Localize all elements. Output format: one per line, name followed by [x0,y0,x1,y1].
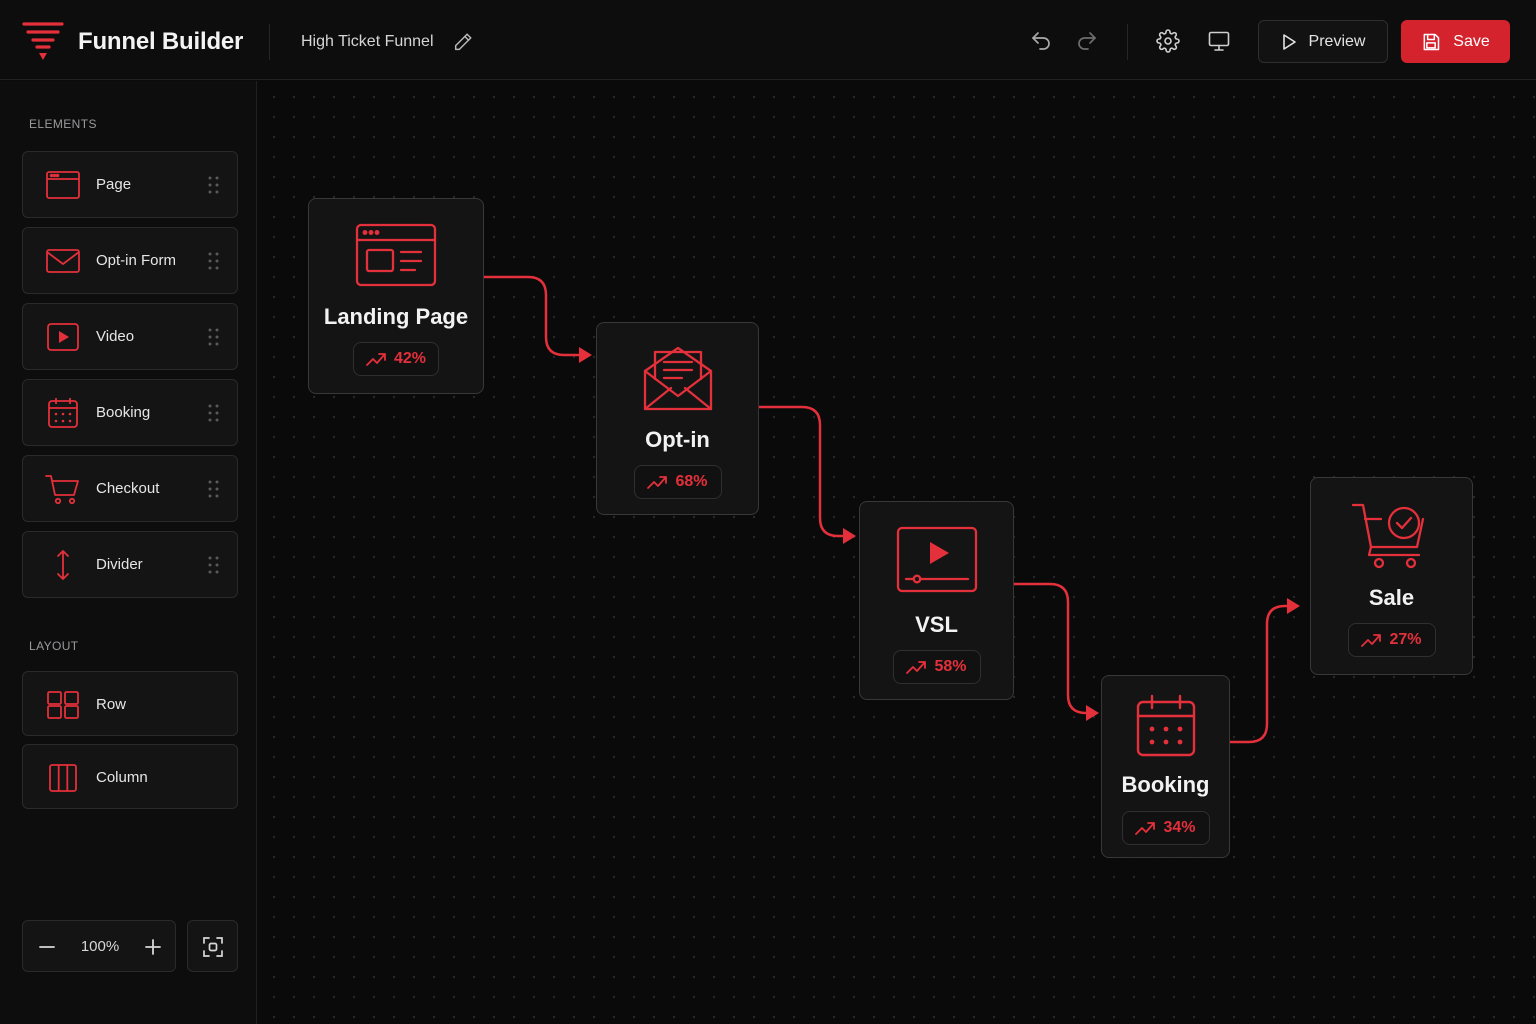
conversion-rate-badge: 27% [1347,623,1436,657]
elements-sidebar: ELEMENTS Page Opt-in Form Video Booking [0,81,257,1024]
video-play-icon [47,323,79,351]
node-booking[interactable]: Booking 34% [1101,675,1230,858]
connector-arrowhead [843,528,856,544]
cart-icon [45,475,79,505]
trending-up-icon [647,476,668,489]
element-opt-in-form[interactable]: Opt-in Form [22,227,238,294]
layout-label: Column [96,769,148,786]
node-title: Sale [1368,585,1415,610]
edit-pencil-icon[interactable] [452,31,474,53]
element-page[interactable]: Page [22,151,238,218]
cart-check-icon [1351,503,1424,569]
node-title: Landing Page [323,304,469,329]
funnel-logo-icon [22,22,64,60]
node-opt-in[interactable]: Opt-in 68% [596,322,759,515]
connector-booking-to-sale [1229,604,1288,744]
zoom-in-icon[interactable] [143,937,163,957]
preview-label: Preview [1308,32,1366,50]
fit-to-screen-button[interactable] [187,920,238,972]
drag-handle-icon[interactable] [207,479,221,499]
element-label: Checkout [96,480,160,497]
connector-arrowhead [1086,705,1099,721]
connector-optin-to-vsl [758,405,844,538]
app-title: Funnel Builder [78,28,244,55]
element-divider[interactable]: Divider [22,531,238,598]
play-outline-icon [1282,33,1296,50]
save-button[interactable]: Save [1401,20,1510,63]
save-label: Save [1453,32,1490,50]
conversion-rate-badge: 34% [1121,811,1210,845]
drag-handle-icon[interactable] [207,175,221,195]
element-booking[interactable]: Booking [22,379,238,446]
layout-column[interactable]: Column [22,744,238,809]
conversion-rate: 27% [1389,631,1422,648]
layout-label: Row [96,696,127,713]
element-video[interactable]: Video [22,303,238,370]
conversion-rate-badge: 42% [353,342,439,376]
node-title: Opt-in [645,427,710,452]
conversion-rate: 58% [934,658,967,675]
conversion-rate: 68% [675,473,708,490]
drag-handle-icon[interactable] [207,251,221,271]
element-label: Video [96,328,135,345]
drag-handle-icon[interactable] [207,327,221,347]
conversion-rate: 42% [393,350,426,367]
connector-landing-to-optin [484,275,580,357]
connector-arrowhead [579,347,592,363]
node-vsl[interactable]: VSL 58% [859,501,1014,700]
conversion-rate-badge: 68% [633,465,722,499]
funnel-name[interactable]: High Ticket Funnel [301,33,434,51]
undo-icon[interactable] [1029,29,1053,53]
drag-handle-icon[interactable] [207,403,221,423]
element-label: Opt-in Form [96,252,177,269]
preview-button[interactable]: Preview [1258,20,1388,63]
trending-up-icon [1361,634,1382,647]
connector-arrowhead [1287,598,1300,614]
row-layout-icon [47,691,79,719]
trending-up-icon [906,661,927,674]
element-label: Page [96,176,132,193]
trending-up-icon [366,353,386,366]
landing-page-icon [355,223,437,287]
save-disk-icon [1423,33,1440,50]
drag-handle-icon[interactable] [207,555,221,575]
node-title: VSL [915,612,958,637]
layout-section-label: LAYOUT [29,639,79,653]
top-bar: Funnel Builder High Ticket Funnel Previe… [0,0,1536,80]
calendar-icon [1136,694,1195,757]
connector-vsl-to-booking [1014,582,1087,715]
redo-icon[interactable] [1075,29,1099,53]
element-label: Divider [96,556,143,573]
layout-row[interactable]: Row [22,671,238,736]
node-sale[interactable]: Sale 27% [1310,477,1473,675]
fit-screen-icon [203,937,223,957]
trending-up-icon [1135,822,1156,835]
desktop-monitor-icon[interactable] [1207,29,1231,53]
browser-page-icon [46,171,80,199]
column-layout-icon [49,764,77,792]
settings-gear-icon[interactable] [1156,29,1180,53]
node-title: Booking [1121,772,1210,797]
node-landing-page[interactable]: Landing Page 42% [308,198,484,394]
elements-section-label: ELEMENTS [29,117,97,131]
element-checkout[interactable]: Checkout [22,455,238,522]
mail-open-icon [643,346,712,411]
conversion-rate: 34% [1163,819,1196,836]
zoom-control: 100% [22,920,176,972]
envelope-icon [46,249,80,273]
conversion-rate-badge: 58% [892,650,981,684]
toolbar-divider [1127,24,1128,60]
element-label: Booking [96,404,151,421]
calendar-icon [48,398,78,428]
header-divider [269,24,270,60]
funnel-canvas[interactable]: Landing Page 42% Opt-in 68% VSL 58% Book… [258,81,1536,1024]
video-player-icon [896,526,977,593]
vertical-arrows-icon [57,550,69,580]
